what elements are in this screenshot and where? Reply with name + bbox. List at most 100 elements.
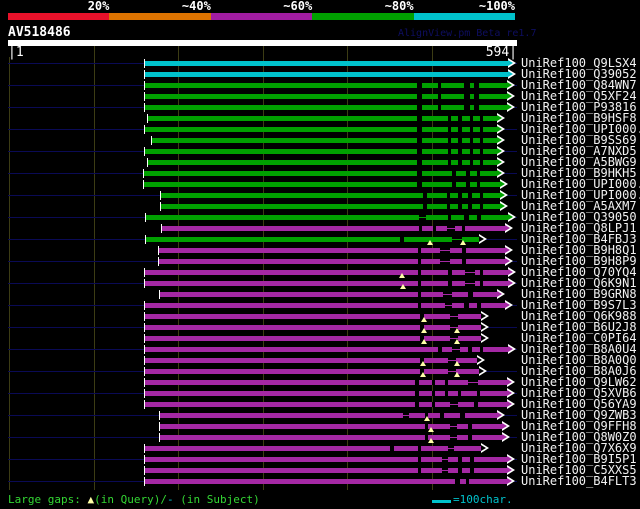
subject-gap: [438, 94, 441, 99]
subject-gap: [415, 380, 419, 385]
bar-start-tick: [144, 466, 145, 475]
subject-gap: [418, 457, 421, 462]
subject-gap: [417, 94, 422, 99]
subject-gap-line: [442, 470, 448, 471]
alignment-plot: UniRef100_Q9LSX4 UniRef100_Q39052 UniRef10…: [0, 57, 640, 487]
arrowhead-fill: [497, 159, 502, 165]
subject-gap: [390, 446, 394, 451]
alignment-bar: [145, 336, 481, 341]
subject-gap: [468, 204, 472, 209]
alignment-bar: [145, 72, 508, 77]
subject-gap: [448, 116, 451, 121]
arrowhead-fill: [502, 423, 507, 429]
legend-text-prefix: Large gaps:: [8, 493, 88, 506]
arrowhead-fill: [507, 379, 512, 385]
subject-gap: [418, 292, 421, 297]
bar-start-tick: [144, 444, 145, 453]
subject-gap: [458, 193, 462, 198]
subject-gap-line: [450, 437, 457, 438]
subject-gap: [417, 160, 422, 165]
bar-start-tick: [144, 301, 145, 310]
alignment-bar: [145, 281, 508, 286]
arrowhead-fill: [477, 357, 482, 363]
alignment-bar: [145, 468, 507, 473]
alignment-bar: [145, 61, 508, 66]
subject-gap: [432, 391, 435, 396]
subject-gap: [480, 270, 483, 275]
arrowhead-fill: [497, 137, 502, 143]
bar-start-tick: [145, 213, 146, 222]
alignment-bar: [145, 457, 507, 462]
subject-gap: [418, 259, 421, 264]
subject-gap: [468, 347, 472, 352]
subject-gap-line: [450, 316, 458, 317]
arrowhead-fill: [507, 401, 512, 407]
subject-gap: [470, 457, 474, 462]
query-title: AV518486: [8, 25, 71, 40]
bar-start-tick: [160, 202, 161, 211]
subject-gap: [458, 116, 462, 121]
subject-gap: [418, 270, 421, 275]
subject-gap-line: [445, 305, 452, 306]
bar-start-tick: [159, 433, 160, 442]
subject-gap: [464, 83, 470, 88]
bar-start-tick: [158, 257, 159, 266]
subject-gap: [466, 182, 470, 187]
subject-gap: [418, 468, 421, 473]
subject-gap: [445, 391, 448, 396]
subject-gap-line: [447, 228, 455, 229]
arrowhead-fill: [508, 269, 513, 275]
arrowhead-fill: [508, 71, 513, 77]
bar-start-tick: [147, 158, 148, 167]
bar-start-tick: [147, 114, 148, 123]
subject-gap: [438, 347, 442, 352]
subject-gap: [470, 149, 473, 154]
arrowhead-fill: [507, 82, 512, 88]
subject-gap: [400, 237, 404, 242]
subject-gap: [417, 182, 422, 187]
subject-gap: [480, 127, 483, 132]
arrowhead-fill: [508, 346, 513, 352]
alignment-bar: [148, 160, 497, 165]
watermark: AlignView.pm Beta re1.7: [398, 28, 537, 39]
scale-label: ~100%: [478, 0, 515, 13]
subject-gap: [458, 391, 461, 396]
subject-gap-line: [465, 283, 475, 284]
subject-gap: [480, 160, 483, 165]
subject-gap: [468, 435, 472, 440]
scale-segment: [109, 13, 211, 20]
alignment-bar: [145, 369, 479, 374]
bar-start-tick: [144, 147, 145, 156]
bar-start-tick: [161, 224, 162, 233]
bar-start-tick: [159, 411, 160, 420]
arrowhead-fill: [479, 368, 484, 374]
arrowhead-fill: [507, 104, 512, 110]
subject-gap: [433, 226, 436, 231]
subject-gap: [417, 171, 422, 176]
subject-gap: [417, 149, 422, 154]
arrowhead-fill: [508, 60, 513, 66]
arrowhead-fill: [497, 115, 502, 121]
alignment-bar: [160, 413, 497, 418]
alignment-bar: [159, 259, 505, 264]
subject-gap: [432, 402, 435, 407]
bar-start-tick: [144, 268, 145, 277]
bar-start-tick: [144, 312, 145, 321]
alignment-bar: [144, 171, 497, 176]
subject-gap: [417, 127, 422, 132]
subject-gap: [477, 215, 481, 220]
subject-gap: [480, 149, 483, 154]
subject-gap-line: [448, 448, 454, 449]
subject-gap: [464, 303, 469, 308]
subject-gap: [417, 138, 422, 143]
alignment-bar: [145, 314, 481, 319]
subject-gap: [447, 193, 450, 198]
scale-label: 20%: [87, 0, 110, 13]
bar-start-tick: [144, 477, 145, 486]
arrowhead-fill: [479, 236, 484, 242]
alignment-bar: [145, 446, 481, 451]
subject-gap: [460, 413, 465, 418]
subject-gap: [448, 127, 451, 132]
subject-gap: [480, 347, 483, 352]
subject-gap: [418, 303, 421, 308]
